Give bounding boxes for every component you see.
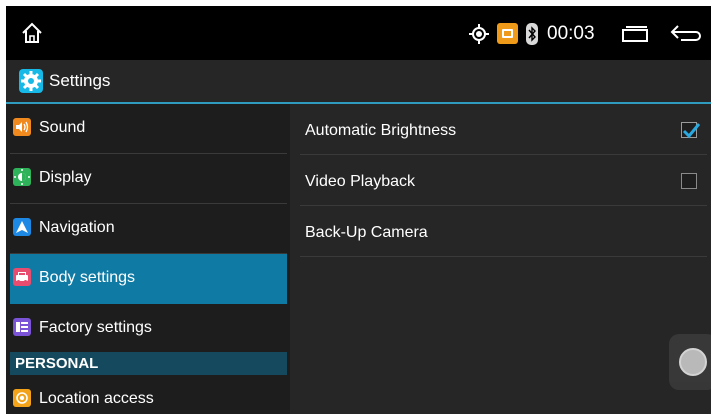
sidebar-item-label: Factory settings <box>39 319 152 336</box>
settings-sidebar: Sound Display Navigation Body settings F… <box>6 104 290 414</box>
automatic-brightness-checkbox[interactable] <box>681 122 700 139</box>
sidebar-item-body-settings[interactable]: Body settings <box>10 254 287 304</box>
location-icon <box>469 24 489 44</box>
page-title: Settings <box>49 71 111 90</box>
video-playback-checkbox[interactable] <box>681 173 697 189</box>
sidebar-item-label: Location access <box>39 390 154 407</box>
factory-icon <box>13 318 31 336</box>
sidebar-item-label: Sound <box>39 119 86 136</box>
pref-label: Video Playback <box>305 173 415 190</box>
settings-detail-pane: Automatic Brightness Video Playback Back… <box>296 104 711 414</box>
home-icon[interactable] <box>20 21 44 45</box>
back-icon[interactable] <box>669 22 703 44</box>
sidebar-item-label: Display <box>39 169 92 186</box>
section-label: PERSONAL <box>15 355 99 372</box>
pref-automatic-brightness[interactable]: Automatic Brightness <box>300 104 707 155</box>
speaker-icon <box>13 118 31 136</box>
pref-label: Automatic Brightness <box>305 122 457 139</box>
orange-app-icon <box>497 23 518 44</box>
recents-icon[interactable] <box>620 26 650 42</box>
sidebar-item-sound[interactable]: Sound <box>10 104 287 154</box>
pref-label: Back-Up Camera <box>305 224 428 241</box>
screen: 00:03 Settings Sound Display Navigation … <box>6 6 711 414</box>
navigation-icon <box>13 218 31 236</box>
pref-video-playback[interactable]: Video Playback <box>300 155 707 206</box>
bluetooth-icon <box>526 23 538 45</box>
gear-icon[interactable] <box>19 69 43 93</box>
assistive-touch-icon[interactable] <box>669 334 711 390</box>
sidebar-item-factory-settings[interactable]: Factory settings <box>10 304 287 354</box>
clock: 00:03 <box>547 23 595 44</box>
sidebar-item-label: Navigation <box>39 219 115 236</box>
section-header-personal: PERSONAL <box>10 352 287 375</box>
car-icon <box>13 268 31 286</box>
sidebar-item-navigation[interactable]: Navigation <box>10 204 287 254</box>
settings-header: Settings <box>6 60 711 104</box>
status-bar: 00:03 <box>6 6 711 60</box>
sidebar-item-label: Body settings <box>39 269 136 286</box>
location-access-icon <box>13 389 31 407</box>
display-icon <box>13 168 31 186</box>
sidebar-item-location-access[interactable]: Location access <box>10 375 287 414</box>
sidebar-item-display[interactable]: Display <box>10 154 287 204</box>
pref-back-up-camera[interactable]: Back-Up Camera <box>300 206 707 257</box>
